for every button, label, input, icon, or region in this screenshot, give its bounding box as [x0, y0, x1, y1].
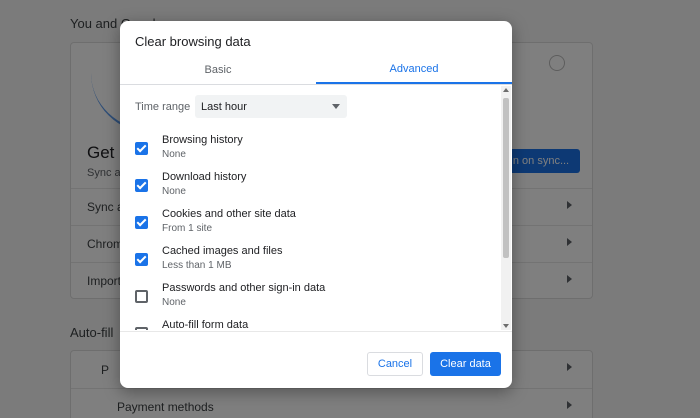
option-browsing-history[interactable]: Browsing history None [134, 134, 474, 168]
option-detail: Less than 1 MB [162, 260, 232, 271]
time-range-label: Time range [135, 100, 191, 113]
checkbox-checked[interactable] [135, 179, 148, 192]
option-cached-images[interactable]: Cached images and files Less than 1 MB [134, 245, 474, 279]
scroll-down-arrow-icon[interactable] [503, 324, 509, 328]
option-download-history[interactable]: Download history None [134, 171, 474, 205]
checkbox-checked[interactable] [135, 142, 148, 155]
dialog-title: Clear browsing data [135, 34, 251, 49]
checkbox-unchecked[interactable] [135, 327, 148, 330]
option-label: Auto-fill form data [162, 319, 249, 330]
content-scrollbar[interactable] [501, 86, 511, 330]
scroll-up-arrow-icon[interactable] [503, 88, 509, 92]
option-detail: None [162, 297, 186, 308]
scroll-thumb[interactable] [503, 98, 509, 258]
tab-advanced[interactable]: Advanced [316, 55, 512, 84]
option-label: Cached images and files [162, 245, 283, 257]
option-label: Passwords and other sign-in data [162, 282, 326, 294]
dialog-tabs: Basic Advanced [120, 55, 512, 85]
dialog-content: Time range Last hour Browsing history No… [120, 86, 500, 330]
chevron-down-icon [332, 104, 340, 109]
clear-data-button[interactable]: Clear data [430, 352, 501, 376]
checkbox-checked[interactable] [135, 216, 148, 229]
checkbox-checked[interactable] [135, 253, 148, 266]
time-range-select[interactable]: Last hour [195, 95, 347, 118]
checkbox-unchecked[interactable] [135, 290, 148, 303]
option-label: Download history [162, 171, 247, 183]
time-range-row: Time range Last hour [135, 95, 347, 118]
tab-basic[interactable]: Basic [120, 55, 316, 84]
option-detail: None [162, 149, 186, 160]
cancel-button[interactable]: Cancel [367, 352, 423, 376]
option-passwords[interactable]: Passwords and other sign-in data None [134, 282, 474, 316]
option-detail: None [162, 186, 186, 197]
dialog-footer: Cancel Clear data [120, 331, 512, 388]
time-range-value: Last hour [201, 100, 247, 113]
option-detail: From 1 site [162, 223, 213, 234]
clear-browsing-data-dialog: Clear browsing data Basic Advanced Time … [120, 21, 512, 388]
option-label: Browsing history [162, 134, 243, 146]
option-label: Cookies and other site data [162, 208, 296, 220]
option-cookies[interactable]: Cookies and other site data From 1 site [134, 208, 474, 242]
option-autofill-form-data[interactable]: Auto-fill form data [134, 319, 474, 330]
